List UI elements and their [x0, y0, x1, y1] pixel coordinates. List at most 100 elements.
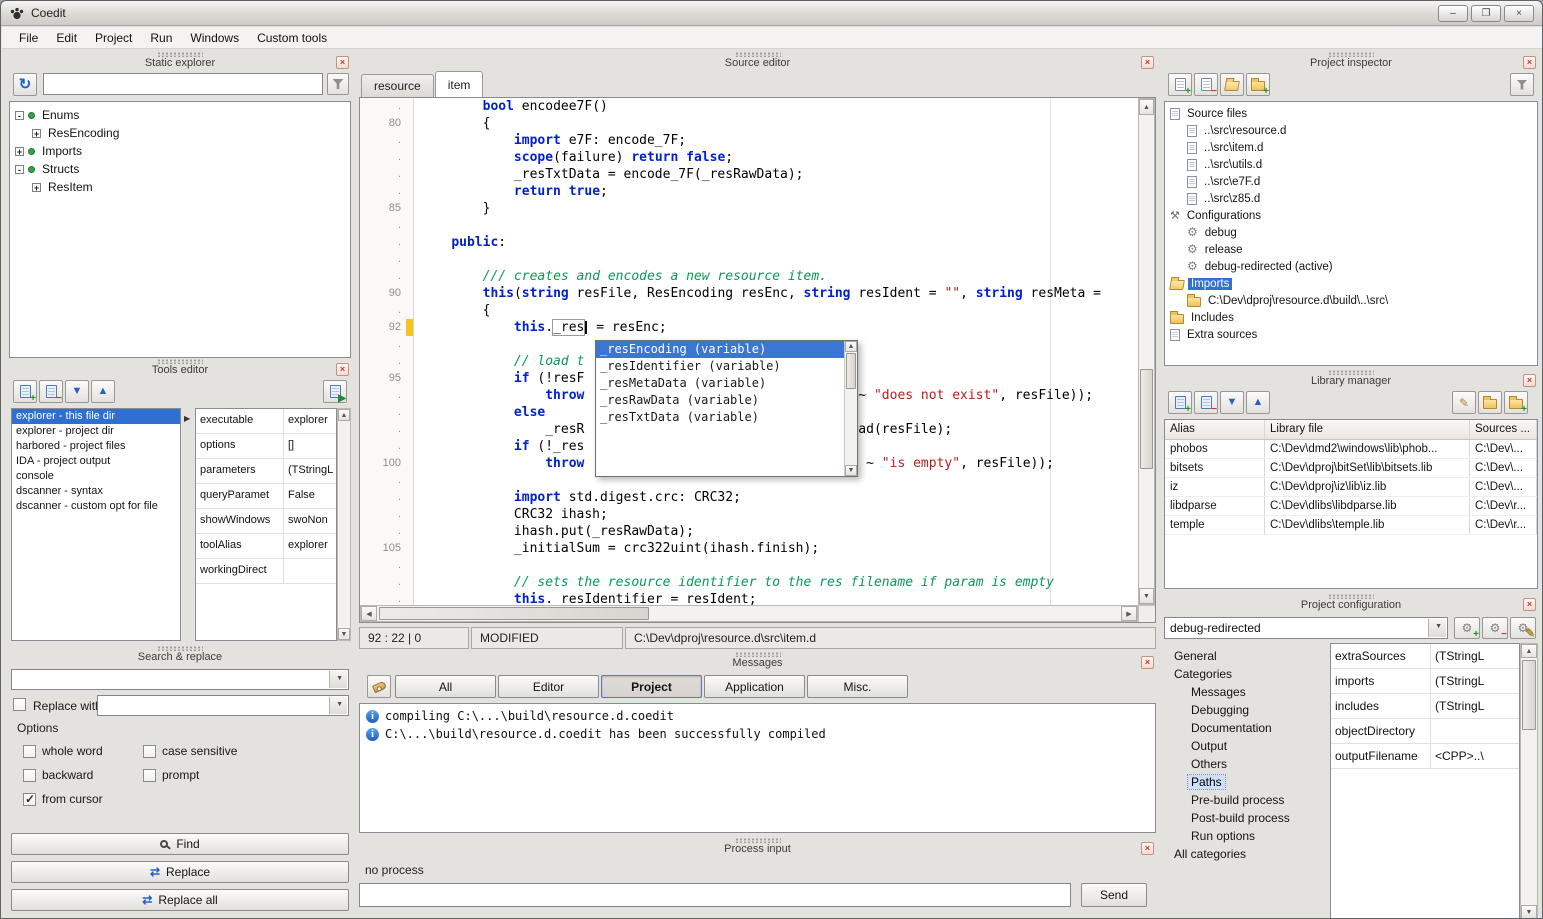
send-button[interactable]: Send: [1081, 883, 1147, 907]
property-value[interactable]: [284, 559, 336, 583]
tree-item[interactable]: ..\src\utils.d: [1165, 156, 1537, 173]
collapse-icon[interactable]: -: [15, 165, 24, 174]
code-line[interactable]: . _resTxtData = encode_7F(_resRawData);: [360, 166, 1138, 183]
tools-editor-header[interactable]: Tools editor: [9, 358, 351, 378]
configuration-combo[interactable]: debug-redirected: [1164, 617, 1448, 639]
completion-scrollbar[interactable]: ▲ ▼: [844, 341, 857, 476]
tree-item[interactable]: Messages: [1166, 683, 1326, 701]
tree-item[interactable]: All categories: [1166, 845, 1326, 863]
move-tool-up-button[interactable]: [91, 380, 115, 403]
code-line[interactable]: . // sets the resource identifier to the…: [360, 574, 1138, 591]
tool-item[interactable]: explorer - this file dir: [12, 409, 180, 424]
message-row[interactable]: C:\...\build\resource.d.coedit has been …: [360, 725, 1155, 743]
option-row[interactable]: case sensitive: [143, 739, 237, 763]
property-value[interactable]: (TStringL: [1431, 644, 1519, 668]
completion-item[interactable]: _resIdentifier (variable): [596, 358, 844, 375]
option-row[interactable]: from cursor: [23, 787, 103, 811]
menu-run[interactable]: Run: [141, 28, 181, 48]
code-line[interactable]: 80 {: [360, 115, 1138, 132]
code-line[interactable]: . import e7F: encode_7F;: [360, 132, 1138, 149]
replace-all-button[interactable]: Replace all: [11, 889, 349, 911]
property-value[interactable]: [1431, 719, 1519, 743]
filter-button[interactable]: [1510, 73, 1534, 96]
tree-item[interactable]: ..\src\e7F.d: [1165, 173, 1537, 190]
property-row[interactable]: extraSources(TStringL: [1331, 644, 1519, 669]
scroll-right-button[interactable]: ▶: [1121, 606, 1137, 621]
checkbox[interactable]: [143, 745, 156, 758]
scroll-down-button[interactable]: ▼: [845, 465, 857, 476]
option-row[interactable]: prompt: [143, 763, 237, 787]
tool-item[interactable]: IDA - project output: [12, 454, 180, 469]
scroll-down-button[interactable]: ▼: [338, 628, 350, 640]
tree-item[interactable]: -Structs: [10, 160, 350, 178]
menu-custom-tools[interactable]: Custom tools: [248, 28, 336, 48]
remove-library-button[interactable]: −: [1194, 391, 1218, 414]
completion-item[interactable]: _resRawData (variable): [596, 392, 844, 409]
completion-item[interactable]: _resTxtData (variable): [596, 409, 844, 426]
filter-project-button[interactable]: Project: [601, 675, 702, 698]
tree-item[interactable]: Run options: [1166, 827, 1326, 845]
property-value[interactable]: []: [284, 434, 336, 458]
code-line[interactable]: . this._resIdentifier = resIdent;: [360, 591, 1138, 605]
code-line[interactable]: 105 _initialSum = crc322uint(ihash.finis…: [360, 540, 1138, 557]
tool-item[interactable]: harbored - project files: [12, 439, 180, 454]
library-row[interactable]: libdparseC:\Dev\dlibs\libdparse.libC:\De…: [1165, 497, 1537, 516]
symbol-search-input[interactable]: [43, 73, 323, 95]
replace-button[interactable]: Replace: [11, 861, 349, 883]
menu-project[interactable]: Project: [86, 28, 141, 48]
tree-item[interactable]: Source files: [1165, 105, 1537, 122]
tool-item[interactable]: console: [12, 469, 180, 484]
tree-item[interactable]: +ResItem: [10, 178, 350, 196]
tree-item[interactable]: Categories: [1166, 665, 1326, 683]
library-row[interactable]: phobosC:\Dev\dmd2\windows\lib\phob...C:\…: [1165, 440, 1537, 459]
column-header-alias[interactable]: Alias: [1165, 420, 1265, 439]
replace-with-checkbox[interactable]: [13, 698, 26, 711]
filter-button[interactable]: [327, 73, 349, 95]
checkbox[interactable]: [23, 745, 36, 758]
project-inspector-header[interactable]: Project inspector: [1164, 51, 1538, 71]
add-folder-button[interactable]: +: [1246, 73, 1270, 96]
property-row[interactable]: executableexplorer: [196, 409, 336, 434]
execute-tool-button[interactable]: [323, 380, 347, 403]
expand-icon[interactable]: +: [32, 183, 41, 192]
expand-icon[interactable]: +: [32, 129, 41, 138]
scroll-down-button[interactable]: ▼: [1139, 588, 1154, 604]
tree-item[interactable]: debug: [1165, 224, 1537, 241]
code-line[interactable]: . bool encodee7F(): [360, 98, 1138, 115]
code-line[interactable]: .: [360, 557, 1138, 574]
code-line[interactable]: .: [360, 251, 1138, 268]
restore-button[interactable]: ❐: [1471, 5, 1501, 22]
property-value[interactable]: False: [284, 484, 336, 508]
tree-item[interactable]: Pre-build process: [1166, 791, 1326, 809]
library-row[interactable]: izC:\Dev\dproj\iz\lib\iz.libC:\Dev\...: [1165, 478, 1537, 497]
tree-item[interactable]: Others: [1166, 755, 1326, 773]
tool-item[interactable]: dscanner - custom opt for file: [12, 499, 180, 514]
property-value[interactable]: (TStringL: [1431, 669, 1519, 693]
editor-horizontal-scrollbar[interactable]: ◀ ▶: [360, 605, 1138, 622]
code-line[interactable]: . CRC32 ihash;: [360, 506, 1138, 523]
replace-term-combo[interactable]: [97, 695, 349, 716]
expand-icon[interactable]: +: [15, 147, 24, 156]
search-replace-header[interactable]: Search & replace: [9, 645, 351, 665]
property-row[interactable]: options[]: [196, 434, 336, 459]
messages-header[interactable]: Messages: [359, 651, 1156, 671]
filter-misc-button[interactable]: Misc.: [807, 675, 908, 698]
close-process-input-button[interactable]: [1141, 842, 1154, 855]
tree-item[interactable]: +ResEncoding: [10, 124, 350, 142]
property-row[interactable]: includes(TStringL: [1331, 694, 1519, 719]
scroll-up-button[interactable]: ▲: [1139, 99, 1154, 115]
configuration-scrollbar[interactable]: ▲ ▼: [1520, 643, 1538, 919]
code-line[interactable]: . return true;: [360, 183, 1138, 200]
tree-item[interactable]: Includes: [1165, 309, 1537, 326]
open-library-file-button[interactable]: [1478, 391, 1502, 414]
filter-application-button[interactable]: Application: [704, 675, 805, 698]
close-source-editor-button[interactable]: [1141, 56, 1154, 69]
message-row[interactable]: compiling C:\...\build\resource.d.coedit: [360, 707, 1155, 725]
tree-item[interactable]: Output: [1166, 737, 1326, 755]
code-line[interactable]: . public:: [360, 234, 1138, 251]
expand-grid-button[interactable]: ▶: [184, 414, 190, 423]
add-tool-button[interactable]: +: [13, 380, 37, 403]
tree-item[interactable]: Debugging: [1166, 701, 1326, 719]
column-header-libraryfile[interactable]: Library file: [1265, 420, 1470, 439]
close-library-manager-button[interactable]: [1523, 374, 1536, 387]
